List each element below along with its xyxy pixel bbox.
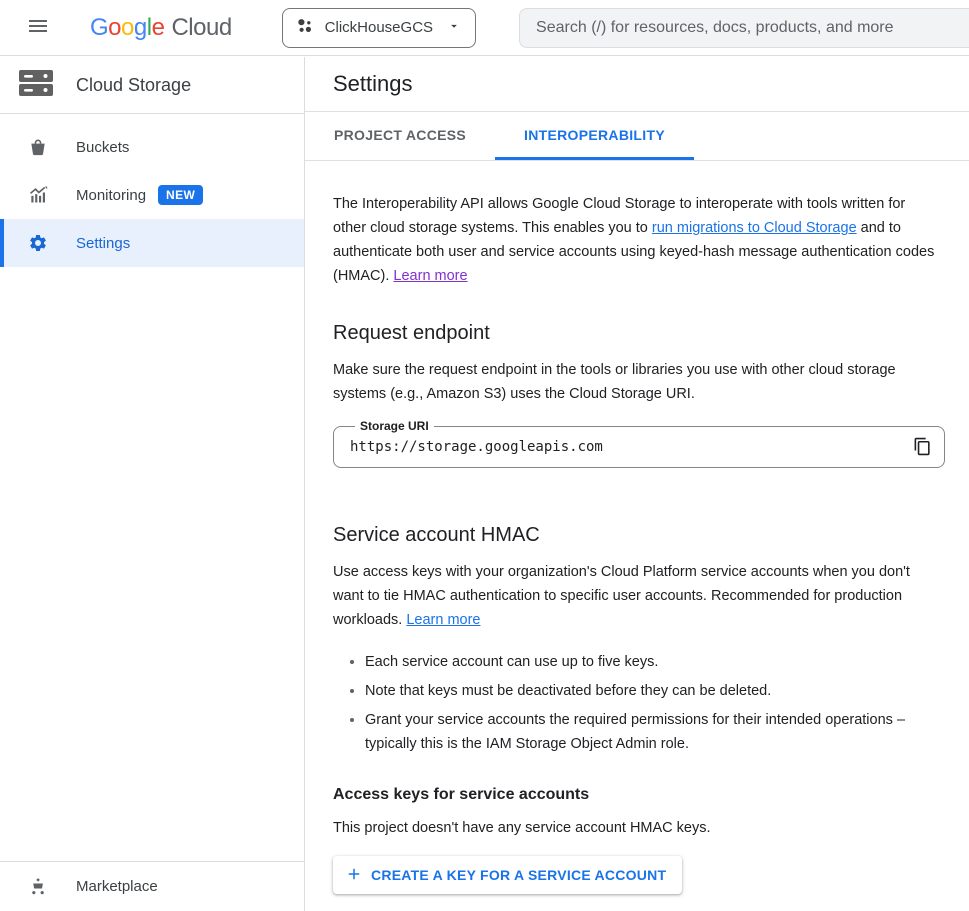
sidebar: Cloud Storage Buckets (0, 57, 305, 911)
learn-more-link-hmac[interactable]: Learn more (406, 612, 480, 628)
copy-button[interactable] (910, 436, 934, 460)
request-endpoint-heading: Request endpoint (333, 322, 941, 345)
sidebar-item-label: Monitoring (76, 187, 146, 204)
project-selector[interactable]: ClickHouseGCS (282, 8, 476, 48)
service-account-hmac-text: Use access keys with your organization's… (333, 560, 941, 632)
logo-google-word: Google (90, 14, 164, 42)
page-title: Settings (333, 71, 413, 97)
sidebar-footer: Marketplace (0, 861, 304, 911)
sidebar-item-buckets[interactable]: Buckets (0, 123, 304, 171)
storage-uri-field: Storage URI https://storage.googleapis.c… (333, 426, 945, 468)
tab-interoperability[interactable]: INTEROPERABILITY (495, 112, 694, 160)
hamburger-menu-button[interactable] (14, 4, 62, 52)
sidebar-item-marketplace[interactable]: Marketplace (0, 862, 304, 910)
plus-icon (345, 865, 363, 886)
content-copy-icon (913, 437, 932, 459)
product-header: Cloud Storage (0, 57, 304, 114)
main-content: Settings PROJECT ACCESS INTEROPERABILITY… (305, 57, 969, 911)
sidebar-item-label: Marketplace (76, 878, 158, 895)
access-keys-empty-text: This project doesn't have any service ac… (333, 816, 941, 840)
sidebar-nav: Buckets Monitoring NEW Settings (0, 123, 304, 267)
logo-letter: o (108, 14, 121, 41)
create-key-button[interactable]: CREATE A KEY FOR A SERVICE ACCOUNT (333, 856, 682, 894)
logo-letter: e (152, 14, 165, 41)
cloud-storage-icon (18, 68, 54, 103)
project-name: ClickHouseGCS (325, 19, 433, 36)
access-keys-heading: Access keys for service accounts (333, 786, 941, 804)
logo-letter: o (121, 14, 134, 41)
logo-cloud-word: Cloud (171, 14, 231, 42)
learn-more-link-intro[interactable]: Learn more (393, 268, 467, 284)
search-bar[interactable] (519, 8, 969, 48)
hamburger-icon (26, 14, 50, 41)
top-app-bar: Google Cloud ClickHouseGCS (0, 0, 969, 56)
bullet-item: Note that keys must be deactivated befor… (365, 679, 941, 703)
settings-tabs: PROJECT ACCESS INTEROPERABILITY (305, 112, 969, 161)
sidebar-item-label: Settings (76, 235, 130, 252)
service-account-hmac-heading: Service account HMAC (333, 524, 941, 547)
gear-icon (28, 233, 48, 253)
bullet-item: Grant your service accounts the required… (365, 708, 941, 756)
storage-uri-label: Storage URI (355, 419, 434, 433)
bullet-item: Each service account can use up to five … (365, 650, 941, 674)
storage-uri-value: https://storage.googleapis.com (350, 439, 603, 455)
logo-letter: g (134, 14, 147, 41)
bucket-icon (28, 137, 48, 157)
product-title: Cloud Storage (76, 75, 191, 96)
sidebar-item-settings[interactable]: Settings (0, 219, 304, 267)
monitoring-chart-icon (28, 185, 48, 205)
request-endpoint-text: Make sure the request endpoint in the to… (333, 358, 941, 406)
tab-panel-interoperability: The Interoperability API allows Google C… (305, 161, 969, 894)
run-migrations-link[interactable]: run migrations to Cloud Storage (652, 220, 857, 236)
marketplace-cart-icon (28, 876, 48, 896)
page-title-bar: Settings (305, 57, 969, 112)
logo-letter: G (90, 14, 108, 41)
hmac-bullet-list: Each service account can use up to five … (333, 650, 941, 756)
google-cloud-logo[interactable]: Google Cloud (90, 14, 232, 42)
new-badge: NEW (158, 185, 203, 205)
sidebar-item-label: Buckets (76, 139, 129, 156)
tab-project-access[interactable]: PROJECT ACCESS (305, 112, 495, 160)
project-dots-icon (295, 16, 315, 40)
intro-paragraph: The Interoperability API allows Google C… (333, 192, 941, 288)
search-input[interactable] (536, 19, 953, 37)
create-key-button-label: CREATE A KEY FOR A SERVICE ACCOUNT (371, 867, 666, 883)
chevron-down-icon (447, 19, 461, 37)
sidebar-item-monitoring[interactable]: Monitoring NEW (0, 171, 304, 219)
